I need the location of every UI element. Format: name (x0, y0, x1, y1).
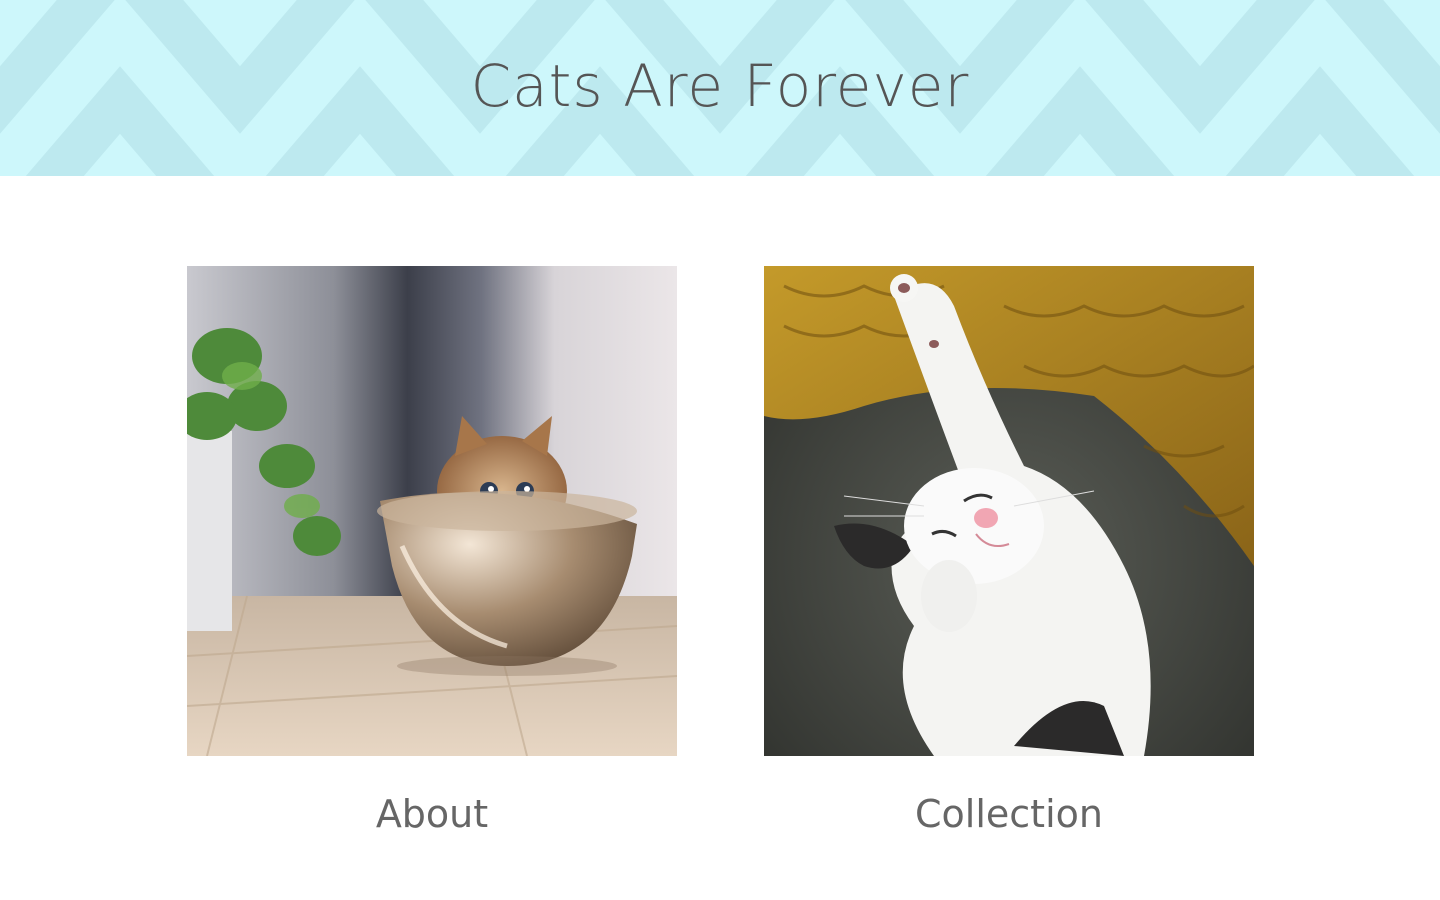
kitten-stretching-image[interactable] (764, 266, 1254, 756)
about-link[interactable]: About (187, 792, 677, 836)
collection-link[interactable]: Collection (764, 792, 1254, 836)
kitten-in-bowl-image[interactable] (187, 266, 677, 756)
site-header: Cats Are Forever (0, 0, 1440, 176)
collection-card[interactable]: Collection (764, 266, 1254, 836)
site-title: Cats Are Forever (470, 52, 970, 120)
about-card[interactable]: About (187, 266, 677, 836)
